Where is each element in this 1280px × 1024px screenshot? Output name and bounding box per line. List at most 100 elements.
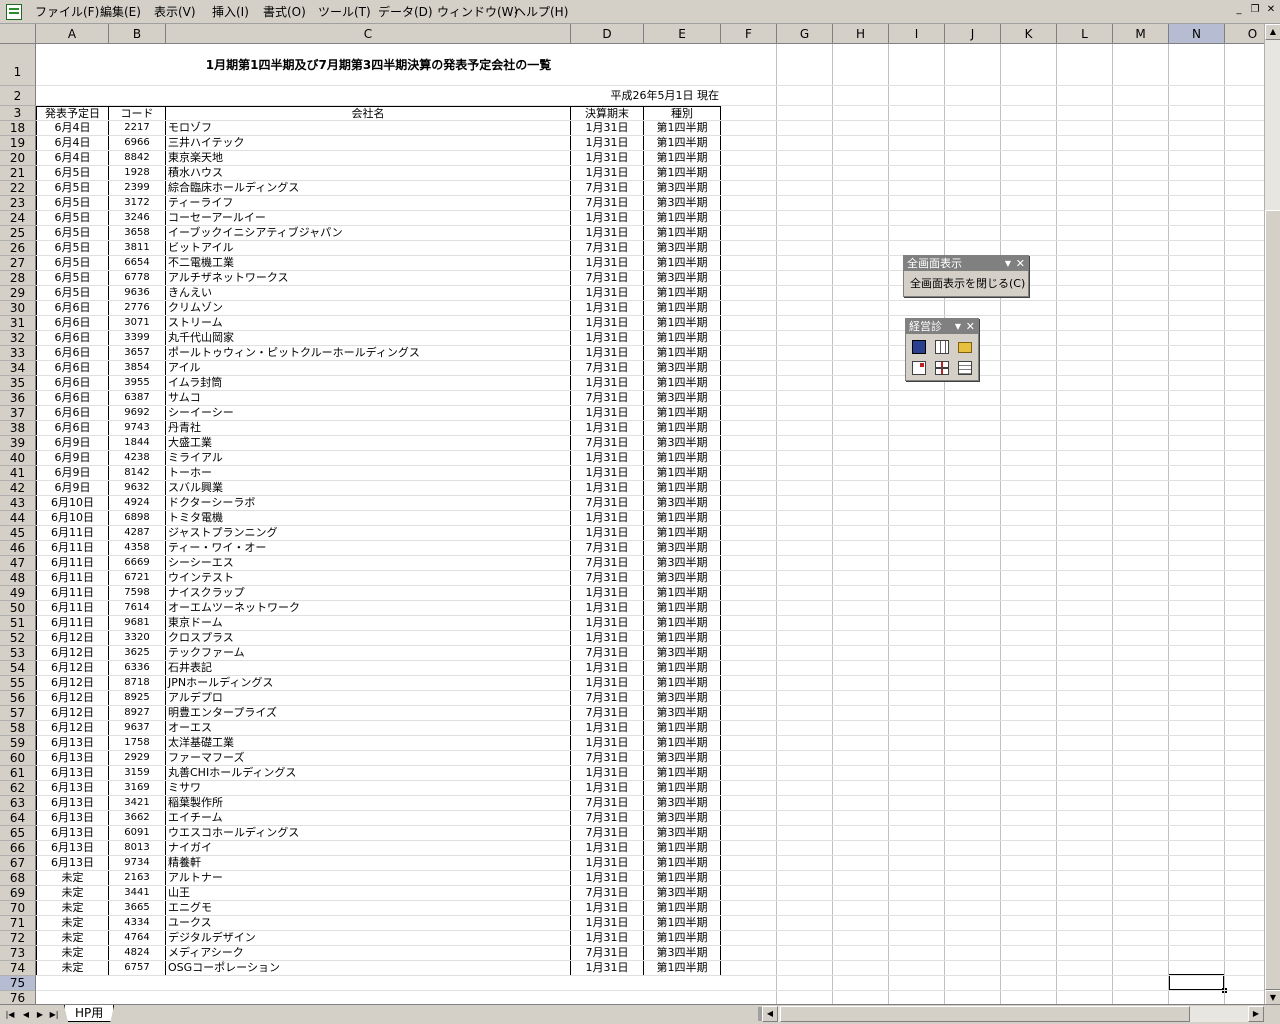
code-cell[interactable]: 3625 [109, 645, 166, 660]
fiscal-end-cell[interactable]: 1月31日 [571, 450, 644, 465]
quarter-type-cell[interactable]: 第1四半期 [644, 630, 721, 645]
quarter-type-cell[interactable]: 第3四半期 [644, 750, 721, 765]
row-header[interactable]: 48 [0, 571, 36, 586]
scroll-up-icon[interactable]: ▲ [1265, 24, 1280, 40]
fiscal-end-cell[interactable]: 7月31日 [571, 495, 644, 510]
excel-app-icon[interactable] [6, 4, 22, 20]
quarter-type-cell[interactable]: 第1四半期 [644, 210, 721, 225]
company-name-cell[interactable]: JPNホールディングス [166, 675, 571, 690]
column-header[interactable]: H [833, 24, 889, 44]
column-header[interactable]: L [1057, 24, 1113, 44]
announce-date-cell[interactable]: 6月11日 [36, 585, 109, 600]
row-header[interactable]: 29 [0, 286, 36, 301]
row-header[interactable]: 40 [0, 451, 36, 466]
code-cell[interactable]: 9637 [109, 720, 166, 735]
announce-date-cell[interactable]: 6月13日 [36, 855, 109, 870]
header-cell[interactable]: 種別 [644, 106, 721, 121]
row-header[interactable]: 18 [0, 121, 36, 136]
announce-date-cell[interactable]: 未定 [36, 945, 109, 960]
code-cell[interactable]: 2217 [109, 120, 166, 135]
column-header[interactable]: J [945, 24, 1001, 44]
fiscal-end-cell[interactable]: 1月31日 [571, 585, 644, 600]
quarter-type-cell[interactable]: 第1四半期 [644, 660, 721, 675]
quarter-type-cell[interactable]: 第1四半期 [644, 330, 721, 345]
code-cell[interactable]: 3854 [109, 360, 166, 375]
fiscal-end-cell[interactable]: 1月31日 [571, 405, 644, 420]
row-header[interactable]: 75 [0, 976, 36, 991]
row-header[interactable]: 24 [0, 211, 36, 226]
code-cell[interactable]: 4238 [109, 450, 166, 465]
announce-date-cell[interactable]: 6月5日 [36, 195, 109, 210]
company-name-cell[interactable]: 不二電機工業 [166, 255, 571, 270]
quarter-type-cell[interactable]: 第1四半期 [644, 225, 721, 240]
quarter-type-cell[interactable]: 第1四半期 [644, 420, 721, 435]
quarter-type-cell[interactable]: 第1四半期 [644, 450, 721, 465]
quarter-type-cell[interactable]: 第1四半期 [644, 960, 721, 975]
quarter-type-cell[interactable]: 第1四半期 [644, 285, 721, 300]
fiscal-end-cell[interactable]: 1月31日 [571, 375, 644, 390]
announce-date-cell[interactable]: 6月6日 [36, 345, 109, 360]
first-sheet-icon[interactable]: |◀ [4, 1008, 16, 1022]
fiscal-end-cell[interactable]: 1月31日 [571, 315, 644, 330]
company-name-cell[interactable]: テックファーム [166, 645, 571, 660]
row-header[interactable]: 62 [0, 781, 36, 796]
company-name-cell[interactable]: オーエス [166, 720, 571, 735]
code-cell[interactable]: 1758 [109, 735, 166, 750]
company-name-cell[interactable]: ナイガイ [166, 840, 571, 855]
row-header[interactable]: 64 [0, 811, 36, 826]
fiscal-end-cell[interactable]: 1月31日 [571, 345, 644, 360]
company-name-cell[interactable]: シーシーエス [166, 555, 571, 570]
toolbar-options-icon[interactable]: ▼ [955, 319, 961, 334]
close-fullscreen-button[interactable]: 全画面表示を閉じる(C) [907, 274, 1025, 292]
column-header[interactable]: C [166, 24, 571, 44]
fiscal-end-cell[interactable]: 1月31日 [571, 465, 644, 480]
announce-date-cell[interactable]: 6月12日 [36, 645, 109, 660]
fiscal-end-cell[interactable]: 1月31日 [571, 165, 644, 180]
fiscal-end-cell[interactable]: 1月31日 [571, 735, 644, 750]
fiscal-end-cell[interactable]: 7月31日 [571, 795, 644, 810]
announce-date-cell[interactable]: 6月13日 [36, 780, 109, 795]
menu-item[interactable]: ヘルプ(H) [514, 4, 568, 20]
column-header[interactable]: K [1001, 24, 1057, 44]
row-header[interactable]: 36 [0, 391, 36, 406]
code-cell[interactable]: 8925 [109, 690, 166, 705]
code-cell[interactable]: 4824 [109, 945, 166, 960]
code-cell[interactable]: 8927 [109, 705, 166, 720]
toolbar-options-icon[interactable]: ▼ [1005, 256, 1011, 271]
toolbar-title-bar[interactable]: 経営診 ▼ ✕ [906, 319, 978, 334]
row-header[interactable]: 30 [0, 301, 36, 316]
header-cell[interactable]: コード [109, 106, 166, 121]
fiscal-end-cell[interactable]: 1月31日 [571, 255, 644, 270]
company-name-cell[interactable]: アルチザネットワークス [166, 270, 571, 285]
fiscal-end-cell[interactable]: 1月31日 [571, 120, 644, 135]
code-cell[interactable]: 9692 [109, 405, 166, 420]
row-header[interactable]: 54 [0, 661, 36, 676]
announce-date-cell[interactable]: 6月5日 [36, 210, 109, 225]
close-icon[interactable]: ✕ [1016, 256, 1025, 271]
announce-date-cell[interactable]: 6月11日 [36, 540, 109, 555]
row-header[interactable]: 49 [0, 586, 36, 601]
row-header[interactable]: 1 [0, 44, 36, 86]
restore-icon[interactable]: ❐ [1248, 3, 1262, 17]
quarter-type-cell[interactable]: 第3四半期 [644, 555, 721, 570]
code-cell[interactable]: 6721 [109, 570, 166, 585]
row-header[interactable]: 70 [0, 901, 36, 916]
fiscal-end-cell[interactable]: 1月31日 [571, 600, 644, 615]
quarter-type-cell[interactable]: 第1四半期 [644, 300, 721, 315]
fiscal-end-cell[interactable]: 7月31日 [571, 270, 644, 285]
quarter-type-cell[interactable]: 第3四半期 [644, 495, 721, 510]
column-header[interactable]: F [721, 24, 777, 44]
fiscal-end-cell[interactable]: 1月31日 [571, 135, 644, 150]
row-header[interactable]: 43 [0, 496, 36, 511]
company-name-cell[interactable]: 三井ハイテック [166, 135, 571, 150]
code-cell[interactable]: 3811 [109, 240, 166, 255]
announce-date-cell[interactable]: 6月6日 [36, 330, 109, 345]
quarter-type-cell[interactable]: 第3四半期 [644, 360, 721, 375]
announce-date-cell[interactable]: 6月6日 [36, 375, 109, 390]
announce-date-cell[interactable]: 6月6日 [36, 315, 109, 330]
company-name-cell[interactable]: オーエムツーネットワーク [166, 600, 571, 615]
code-cell[interactable]: 3658 [109, 225, 166, 240]
announce-date-cell[interactable]: 6月9日 [36, 480, 109, 495]
quarter-type-cell[interactable]: 第1四半期 [644, 315, 721, 330]
code-cell[interactable]: 2776 [109, 300, 166, 315]
